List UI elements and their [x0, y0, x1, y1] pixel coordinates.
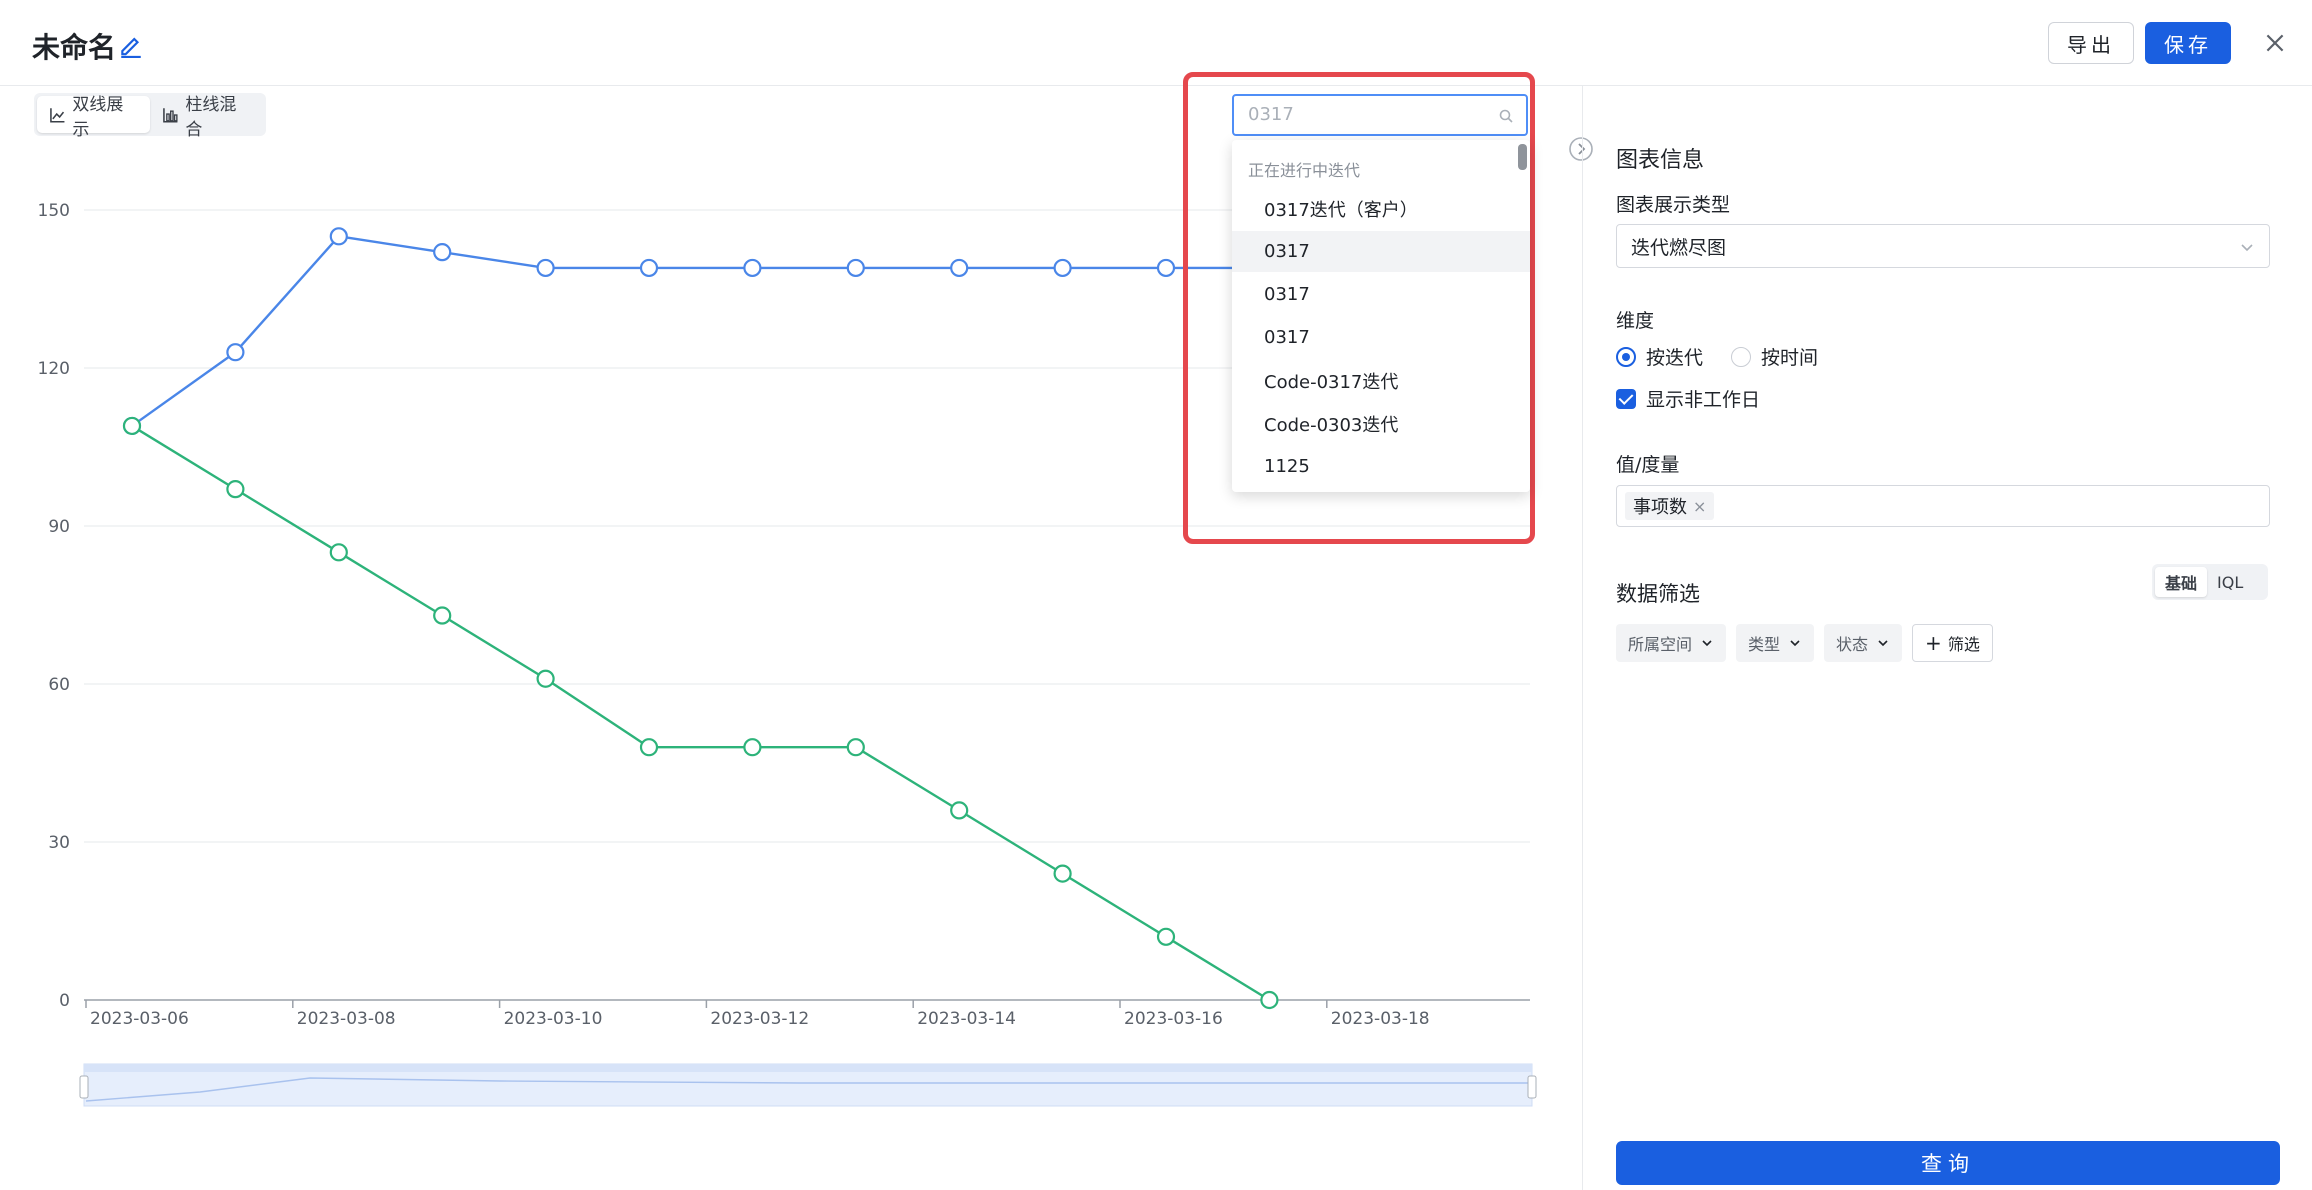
x-tick-label: 2023-03-18: [1331, 1009, 1430, 1029]
y-tick-label: 150: [38, 201, 70, 221]
data-point: [433, 606, 452, 625]
y-tick-label: 120: [38, 359, 70, 379]
iteration-search-input[interactable]: [1248, 104, 1488, 125]
filter-label: 数据筛选: [1616, 582, 1700, 606]
radio-by-time[interactable]: [1731, 346, 1752, 367]
dimension-radio-group: 按迭代 按时间: [1616, 343, 1818, 370]
zoom-slider-bar: [84, 1064, 1532, 1072]
data-point: [743, 258, 762, 278]
data-point: [639, 738, 659, 757]
add-filter-label: 筛选: [1947, 635, 1980, 654]
remove-tag-icon[interactable]: ×: [1693, 497, 1706, 516]
chart-type-label: 图表展示类型: [1616, 194, 1731, 216]
data-point: [846, 738, 865, 757]
show-nonworking-checkbox[interactable]: [1616, 388, 1636, 409]
measure-tag: 事项数 ×: [1625, 492, 1715, 520]
chevron-down-icon: [1790, 640, 1800, 647]
y-tick-label: 30: [48, 833, 70, 853]
data-point: [329, 543, 348, 562]
data-point: [1053, 864, 1072, 883]
data-point: [1156, 258, 1176, 278]
data-point: [226, 480, 245, 499]
dropdown-option[interactable]: 0317: [1232, 231, 1530, 272]
chevron-down-icon: [1702, 640, 1712, 647]
data-point: [950, 801, 969, 820]
radio-by-iteration-label: 按迭代: [1646, 347, 1704, 369]
add-filter-button[interactable]: + 筛选: [1912, 624, 1993, 662]
zoom-handle-left: [79, 1075, 89, 1099]
x-tick-label: 2023-03-08: [297, 1009, 396, 1029]
measure-tag-label: 事项数: [1633, 497, 1687, 518]
dropdown-scrollbar[interactable]: [1518, 144, 1527, 170]
radio-by-iteration[interactable]: [1616, 346, 1636, 367]
measure-select[interactable]: 事项数 ×: [1616, 485, 2270, 527]
data-point: [329, 227, 348, 246]
save-button[interactable]: 保存: [2145, 22, 2231, 64]
filter-mode-switch: 基础 IQL: [2152, 564, 2268, 600]
dropdown-group-label: 正在进行中迭代: [1248, 161, 1361, 180]
search-icon: [1499, 109, 1513, 123]
data-point: [639, 258, 659, 278]
series-line: [131, 235, 1270, 427]
panel-title: 图表信息: [1616, 148, 1705, 173]
data-point: [846, 258, 865, 278]
chevron-down-icon: [1878, 640, 1888, 647]
dropdown-option[interactable]: Code-0317迭代: [1232, 360, 1530, 401]
x-tick-label: 2023-03-06: [90, 1009, 189, 1029]
x-tick-label: 2023-03-10: [504, 1009, 603, 1029]
plus-icon: +: [1925, 631, 1942, 655]
filter-chip-status[interactable]: 状态: [1824, 624, 1903, 662]
iteration-search-box[interactable]: [1232, 94, 1528, 136]
x-tick-label: 2023-03-14: [917, 1009, 1016, 1029]
filter-chip-type[interactable]: 类型: [1736, 624, 1815, 662]
dropdown-option[interactable]: 0317迭代（客户）: [1232, 188, 1530, 229]
show-nonworking-label: 显示非工作日: [1646, 389, 1761, 411]
show-nonworking-row: 显示非工作日: [1616, 385, 1760, 412]
close-icon[interactable]: [2262, 30, 2288, 56]
radio-by-time-label: 按时间: [1761, 347, 1819, 369]
query-button[interactable]: 查询: [1616, 1141, 2280, 1185]
filter-chip-label: 所属空间: [1628, 635, 1693, 654]
filter-mode-iql[interactable]: IQL: [2207, 567, 2253, 597]
filter-chips: 所属空间 类型 状态 + 筛选: [1616, 624, 1993, 662]
chart-type-select[interactable]: 迭代燃尽图: [1616, 224, 2270, 268]
zoom-handle-right: [1527, 1075, 1537, 1099]
iteration-dropdown: 正在进行中迭代 0317迭代（客户） 0317 0317 0317 Code-0…: [1232, 140, 1530, 492]
dropdown-option[interactable]: 1125: [1232, 446, 1530, 487]
data-point: [1260, 990, 1279, 1010]
dropdown-option[interactable]: 0317: [1232, 274, 1530, 315]
series-line: [131, 424, 1271, 1002]
dropdown-option[interactable]: 0317: [1232, 317, 1530, 358]
export-button[interactable]: 导出: [2048, 22, 2134, 64]
data-point: [536, 258, 555, 278]
data-point: [122, 416, 142, 436]
chart-type-value: 迭代燃尽图: [1631, 236, 1727, 259]
data-point: [950, 258, 969, 278]
filter-chip-label: 状态: [1836, 635, 1869, 654]
dropdown-option[interactable]: Code-0303迭代: [1232, 403, 1530, 444]
data-point: [1053, 258, 1072, 278]
y-tick-label: 90: [48, 517, 70, 537]
filter-mode-basic[interactable]: 基础: [2155, 567, 2208, 597]
data-point: [226, 343, 245, 362]
filter-chip-space[interactable]: 所属空间: [1616, 624, 1727, 662]
x-tick-label: 2023-03-16: [1124, 1009, 1223, 1029]
x-tick-label: 2023-03-12: [710, 1009, 809, 1029]
data-point: [433, 243, 452, 262]
data-point: [743, 738, 762, 757]
data-point: [536, 669, 555, 688]
dimension-label: 维度: [1616, 310, 1655, 332]
data-point: [1156, 927, 1176, 946]
y-tick-label: 0: [59, 991, 70, 1011]
filter-chip-label: 类型: [1748, 635, 1781, 654]
measure-label: 值/度量: [1616, 454, 1680, 476]
chevron-down-icon: [2241, 244, 2253, 252]
y-tick-label: 60: [48, 675, 70, 695]
